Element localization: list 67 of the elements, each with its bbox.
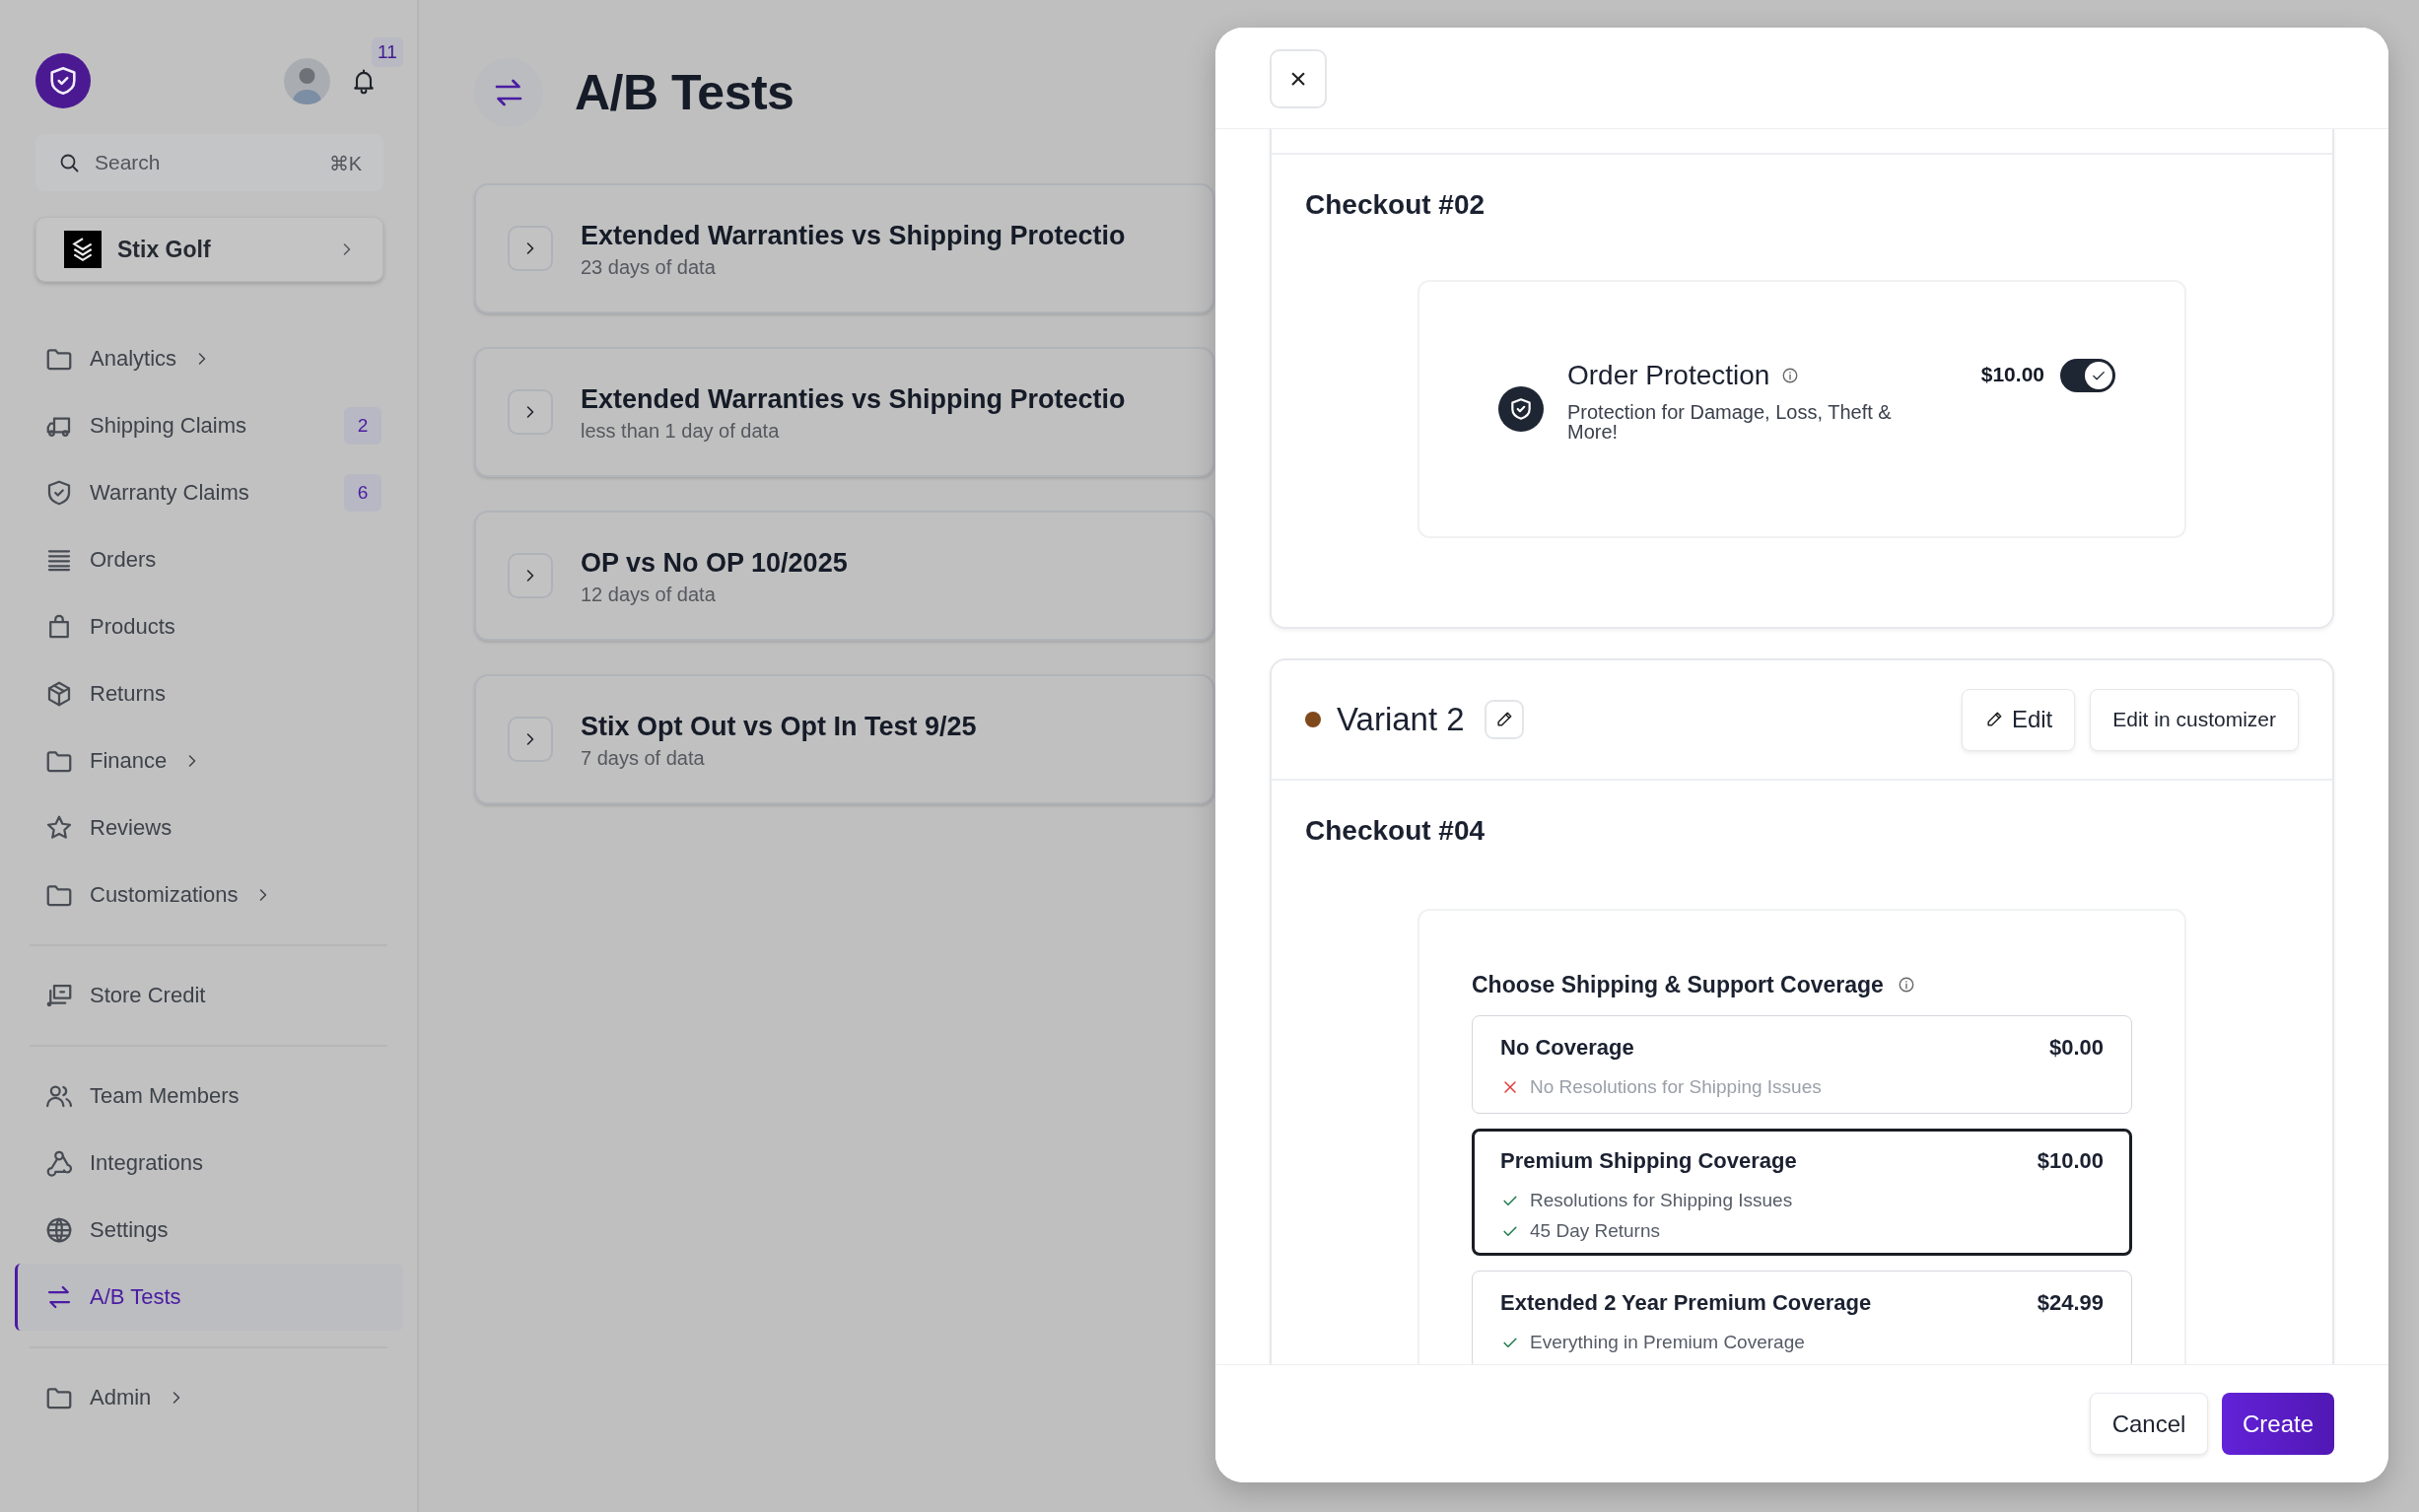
sidebar-item[interactable]: Shipping Claims 2 xyxy=(15,392,403,459)
cancel-button[interactable]: Cancel xyxy=(2090,1393,2208,1455)
coverage-option[interactable]: Premium Shipping Coverage $10.00 Resolutions for Shipping Issues 45 Day Returns xyxy=(1472,1129,2132,1256)
sidebar-item[interactable]: Customizations xyxy=(15,861,403,928)
sidebar-item[interactable]: A/B Tests xyxy=(15,1264,403,1331)
toggle-switch[interactable] xyxy=(2060,359,2115,392)
option-price: $0.00 xyxy=(2048,1034,2104,1062)
test-duration: 23 days of data xyxy=(581,255,717,279)
test-card[interactable]: Stix Opt Out vs Opt In Test 9/25 7 days of data xyxy=(474,674,1214,804)
close-button[interactable]: × xyxy=(1270,49,1327,108)
page-title: A/B Tests xyxy=(575,64,795,121)
rename-button[interactable] xyxy=(1484,700,1524,739)
info-icon xyxy=(1897,976,1915,994)
widget-title: Choose Shipping & Support Coverage xyxy=(1472,971,1884,999)
test-title: Stix Opt Out vs Opt In Test 9/25 xyxy=(581,710,977,743)
sidebar-item[interactable]: Integrations xyxy=(15,1130,403,1197)
test-duration: 12 days of data xyxy=(581,583,717,606)
sidebar-item[interactable]: Returns xyxy=(15,660,403,727)
webhook-icon xyxy=(44,1148,74,1178)
test-title: Extended Warranties vs Shipping Protectio xyxy=(581,219,1126,252)
test-card[interactable]: Extended Warranties vs Shipping Protectio less than 1 day of data xyxy=(474,347,1214,477)
option-title: No Coverage xyxy=(1500,1034,1634,1062)
option-title: Premium Shipping Coverage xyxy=(1500,1147,1797,1175)
sidebar-item[interactable]: Settings xyxy=(15,1197,403,1264)
checkout-title: Checkout #02 xyxy=(1305,188,1486,222)
test-card[interactable]: Extended Warranties vs Shipping Protectio 23 days of data xyxy=(474,183,1214,313)
checkout-title: Checkout #04 xyxy=(1305,814,1486,848)
store-switcher[interactable]: Stix Golf xyxy=(35,217,383,282)
sidebar-item[interactable]: Reviews xyxy=(15,794,403,861)
count-badge: 2 xyxy=(344,407,381,445)
test-duration: less than 1 day of data xyxy=(581,419,781,443)
widget-description: Protection for Damage, Loss, Theft & More! xyxy=(1567,402,1893,442)
edit-button[interactable]: Edit xyxy=(1961,688,2076,751)
edit-button[interactable]: Edit in customizer xyxy=(2090,688,2299,751)
app-logo[interactable] xyxy=(35,53,91,108)
sidebar-item[interactable]: Warranty Claims 6 xyxy=(15,459,403,526)
sidebar-item[interactable]: Products xyxy=(15,593,403,660)
sidebar-item[interactable]: Store Credit xyxy=(15,962,403,1029)
feature-text: No Resolutions for Shipping Issues xyxy=(1530,1075,1822,1099)
count-badge: 6 xyxy=(344,474,381,512)
feature-text: Resolutions for Shipping Issues xyxy=(1530,1189,1793,1212)
store-logo-icon xyxy=(64,231,102,268)
option-title: Extended 2 Year Premium Coverage xyxy=(1500,1289,1872,1317)
widget-price: $10.00 xyxy=(1980,363,2044,386)
option-price: $24.99 xyxy=(2037,1289,2104,1317)
feature-text: Everything in Premium Coverage xyxy=(1530,1331,1805,1354)
feature-text: 45 Day Returns xyxy=(1530,1219,1660,1243)
test-title: Extended Warranties vs Shipping Protectio xyxy=(581,382,1126,416)
sidebar-item[interactable]: Finance xyxy=(15,727,403,794)
info-icon xyxy=(1781,367,1800,384)
shield-icon xyxy=(1498,386,1544,432)
create-button[interactable]: Create xyxy=(2222,1393,2334,1455)
sidebar-item[interactable]: Team Members xyxy=(15,1063,403,1130)
shortcut-hint: ⌘K xyxy=(328,152,362,175)
option-price: $10.00 xyxy=(2037,1147,2104,1175)
notification-badge: 11 xyxy=(372,37,403,67)
variant-name: Variant 2 xyxy=(1337,701,1465,738)
avatar[interactable] xyxy=(284,57,330,104)
test-title: OP vs No OP 10/2025 xyxy=(581,546,848,580)
test-duration: 7 days of data xyxy=(581,746,706,770)
test-card[interactable]: OP vs No OP 10/2025 12 days of data xyxy=(474,511,1214,641)
sidebar-item[interactable]: Analytics xyxy=(15,325,403,392)
sidebar-item[interactable]: Orders xyxy=(15,526,403,593)
sidebar-item[interactable]: Admin xyxy=(15,1364,403,1431)
widget-title: Order Protection xyxy=(1567,359,1770,392)
coverage-option[interactable]: No Coverage $0.00 No Resolutions for Shipping Issues xyxy=(1472,1015,2132,1114)
globe-icon xyxy=(44,1215,74,1245)
